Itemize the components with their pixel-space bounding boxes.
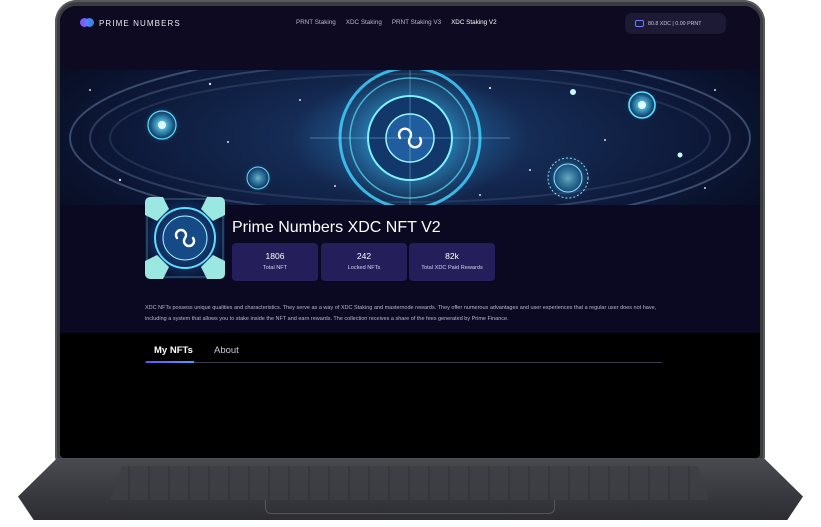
wallet-icon — [635, 20, 644, 27]
nav-item-xdc-staking-v2[interactable]: XDC Staking V2 — [451, 19, 497, 26]
stat-label: Total NFT — [262, 265, 288, 271]
laptop-trackpad — [265, 500, 555, 514]
tab-about[interactable]: About — [214, 345, 239, 356]
stat-card-locked-nfts: 242 Locked NFTs — [321, 243, 407, 281]
collection-avatar — [145, 197, 225, 279]
collection-header: Prime Numbers XDC NFT V2 1806 Total NFT … — [60, 197, 760, 333]
stat-card-total-xdc-paid-rewards: 82k Total XDC Paid Rewards — [409, 243, 495, 281]
top-navbar: PRIME NUMBERS PRNT Staking XDC Staking P… — [60, 6, 760, 70]
stat-label: Locked NFTs — [347, 265, 381, 271]
wallet-button[interactable]: 80.8 XDC | 0.00 PRNT — [625, 13, 726, 34]
active-tab-indicator — [146, 361, 194, 363]
stat-value: 242 — [356, 251, 372, 261]
nav-item-prnt-staking-v3[interactable]: PRNT Staking V3 — [392, 19, 441, 26]
main-menu: PRNT Staking XDC Staking PRNT Staking V3… — [296, 19, 497, 26]
stat-value: 82k — [445, 251, 459, 261]
collection-avatar-image — [145, 197, 225, 279]
stat-value: 1806 — [265, 251, 285, 261]
wallet-balance: 80.8 XDC | 0.00 PRNT — [648, 20, 702, 27]
collection-description: XDC NFTs possess unique qualities and ch… — [145, 305, 657, 322]
nav-item-prnt-staking[interactable]: PRNT Staking — [296, 19, 336, 26]
tab-my-nfts[interactable]: My NFTs — [154, 345, 193, 356]
laptop-screen: PRIME NUMBERS PRNT Staking XDC Staking P… — [60, 6, 760, 458]
brand-name: PRIME NUMBERS — [99, 18, 181, 28]
laptop-keyboard — [110, 466, 710, 500]
nav-item-xdc-staking[interactable]: XDC Staking — [346, 19, 382, 26]
collection-tabs: My NFTs About — [145, 333, 662, 363]
collection-banner — [60, 70, 760, 205]
prime-numbers-logo-icon — [80, 18, 94, 28]
collection-title: Prime Numbers XDC NFT V2 — [232, 219, 441, 236]
stat-label: Total XDC Paid Rewards — [421, 265, 483, 271]
brand-logo[interactable]: PRIME NUMBERS — [80, 18, 181, 28]
stat-card-total-nft: 1806 Total NFT — [232, 243, 318, 281]
space-banner-image — [69, 70, 751, 205]
